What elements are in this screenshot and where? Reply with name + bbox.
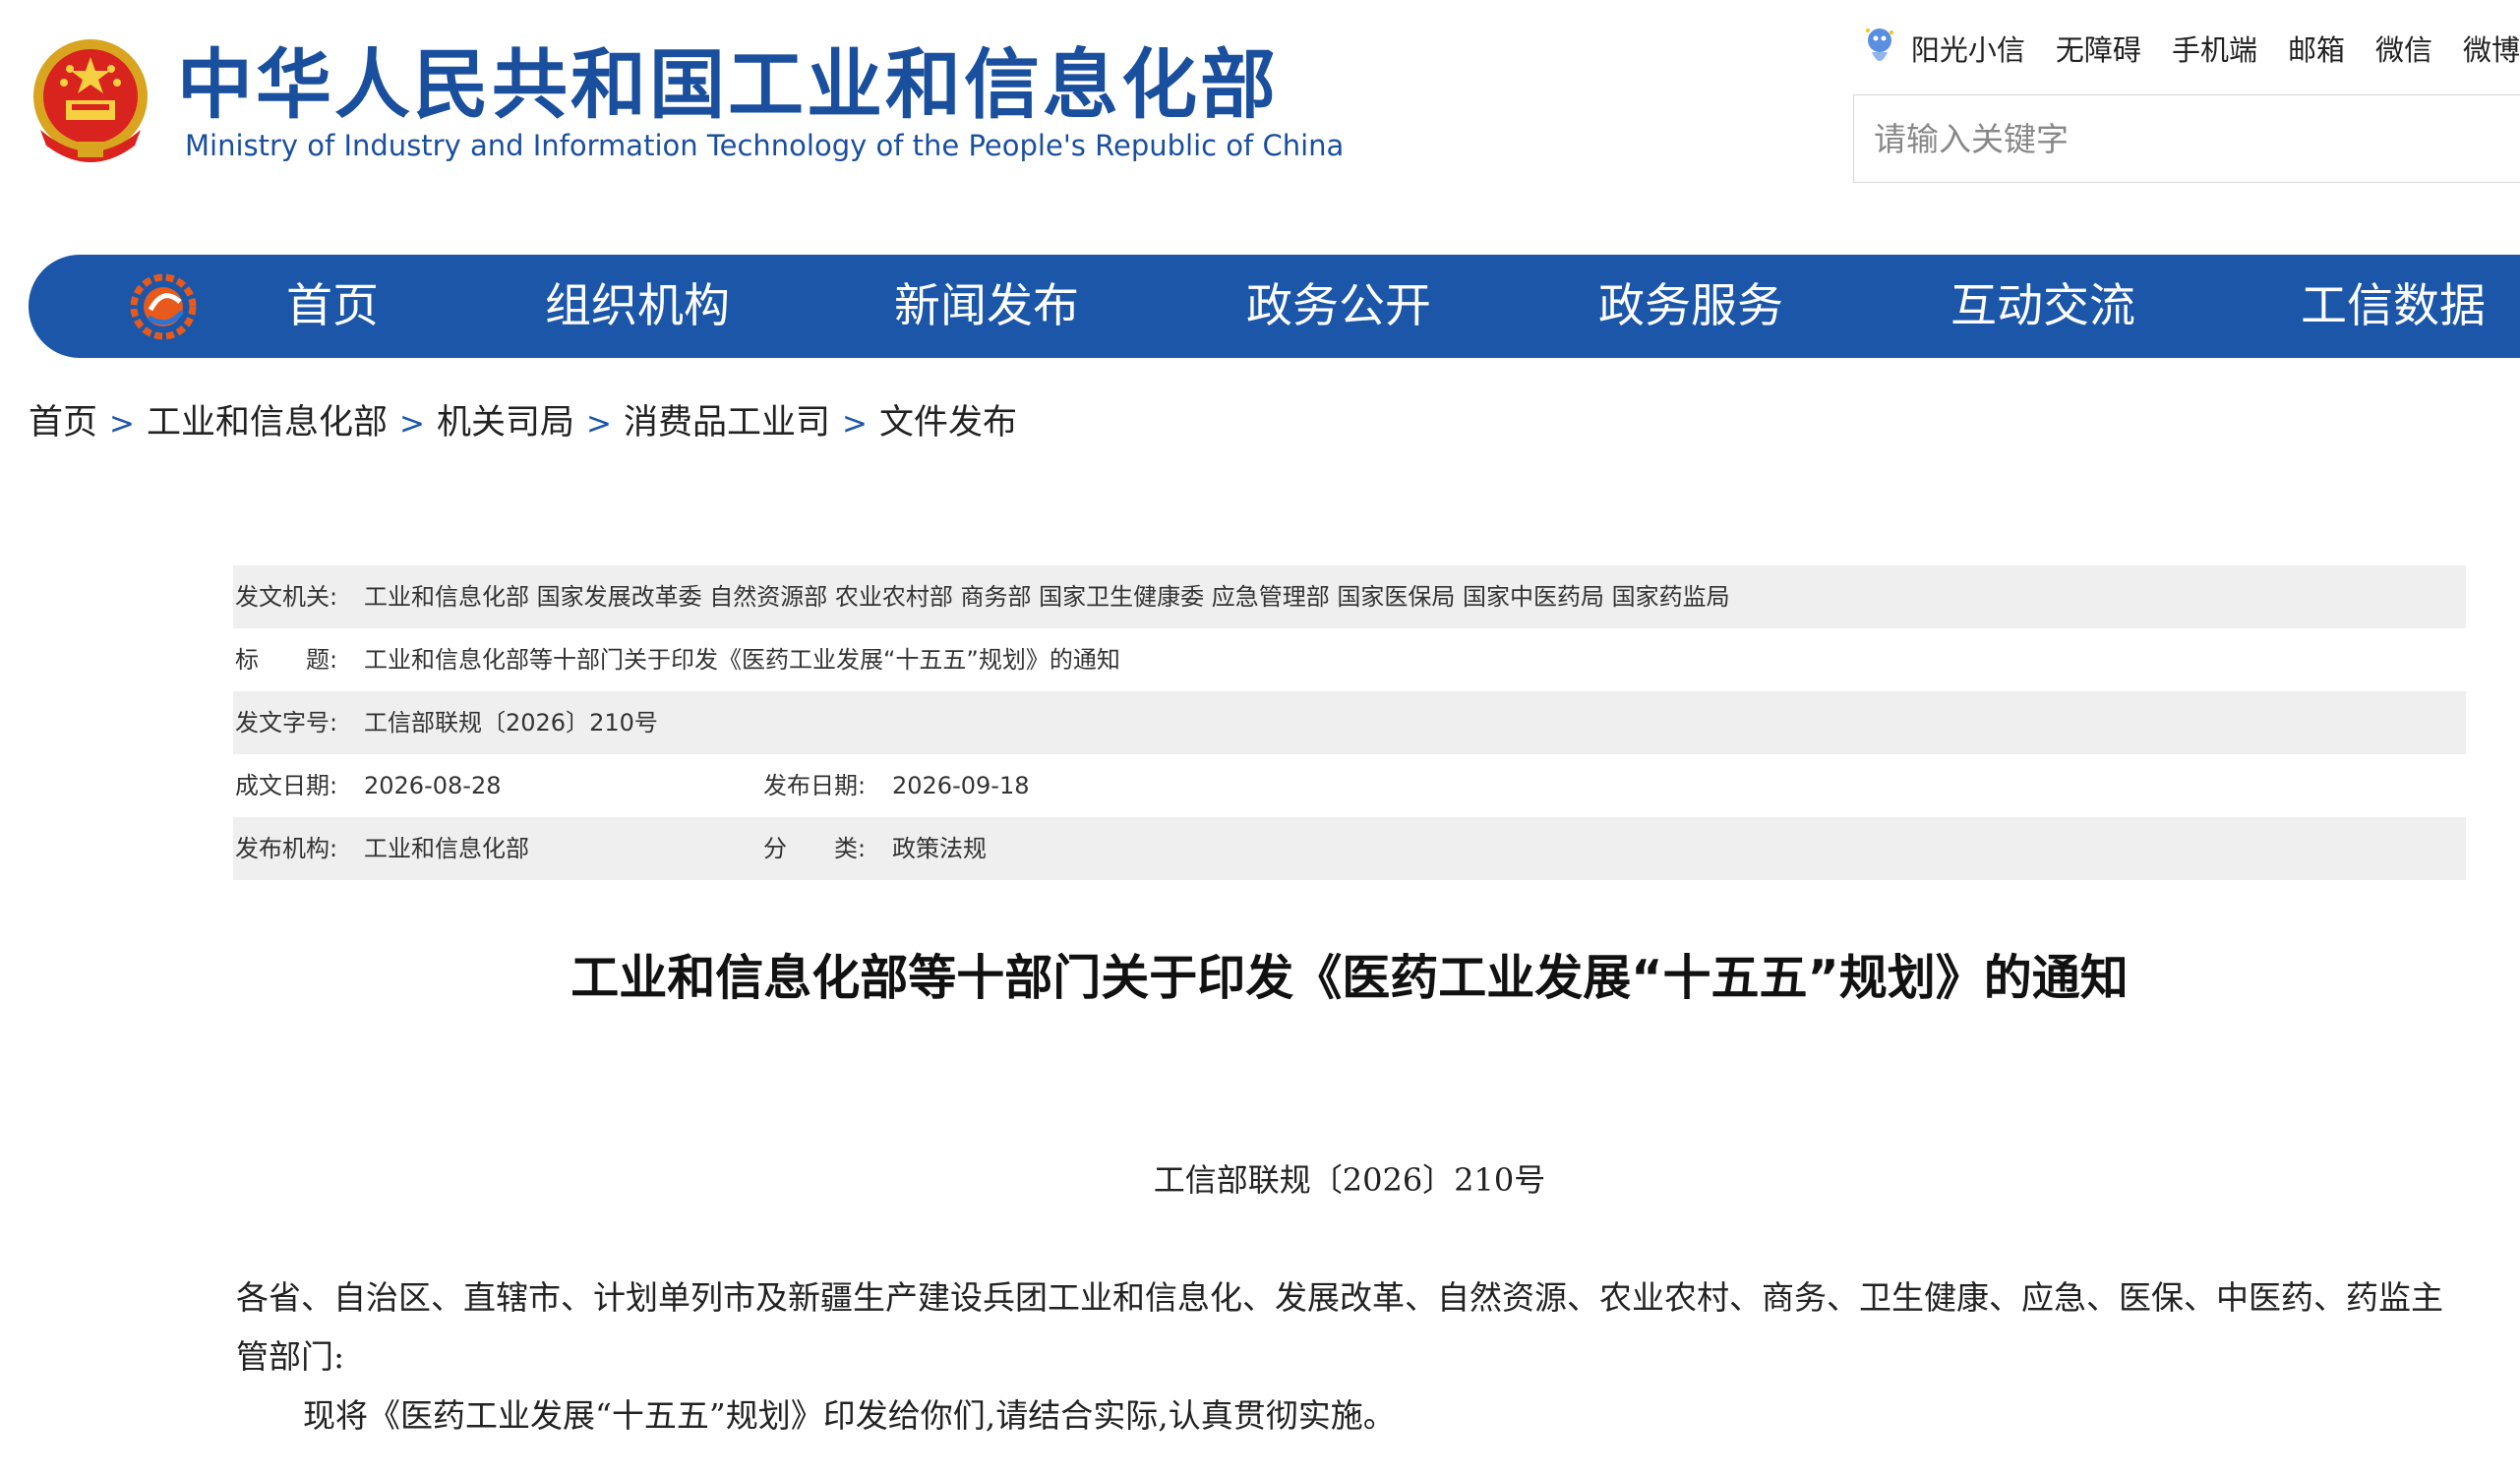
nav-item-home[interactable]: 首页 — [286, 255, 379, 358]
meta-value-created-date: 2026-08-28 — [364, 772, 502, 799]
article-body: 各省、自治区、直辖市、计划单列市及新疆生产建设兵团工业和信息化、发展改革、自然资… — [236, 1268, 2469, 1446]
meta-label-publisher: 发布机构: — [235, 835, 338, 862]
link-sunshine-letter[interactable]: 阳光小信 — [1911, 28, 2025, 69]
meta-value-category: 政策法规 — [892, 835, 987, 862]
breadcrumb-documents[interactable]: 文件发布 — [879, 403, 1017, 442]
meta-label-category: 分 类: — [763, 835, 867, 862]
meta-row-subject: 标 题: 工业和信息化部等十部门关于印发《医药工业发展“十五五”规划》的通知 — [233, 628, 2466, 691]
top-utility-links: 阳光小信 无障碍 手机端 邮箱 微信 微博 — [1862, 26, 2520, 71]
meta-row-doc-number: 发文字号: 工信部联规〔2026〕210号 — [233, 691, 2466, 754]
meta-row-publisher: 发布机构: 工业和信息化部 分 类: 政策法规 — [233, 817, 2466, 880]
meta-value-published-date: 2026-09-18 — [892, 772, 1030, 799]
ministry-gear-logo-icon — [130, 273, 197, 340]
meta-row-issuer: 发文机关: 工业和信息化部 国家发展改革委 自然资源部 农业农村部 商务部 国家… — [233, 565, 2466, 628]
breadcrumb-consumer-goods-dept[interactable]: 消费品工业司 — [624, 403, 830, 442]
meta-label-subject: 标 题: — [235, 646, 338, 674]
site-title-english: Ministry of Industry and Information Tec… — [185, 129, 1345, 162]
main-nav-bar: 首页 组织机构 新闻发布 政务公开 政务服务 互动交流 工信数据 — [29, 255, 2520, 358]
breadcrumb-separator: > — [586, 406, 612, 442]
link-mobile[interactable]: 手机端 — [2172, 28, 2257, 69]
meta-value-issuer: 工业和信息化部 国家发展改革委 自然资源部 农业农村部 商务部 国家卫生健康委 … — [364, 583, 1730, 611]
nav-item-government-services[interactable]: 政务服务 — [1598, 255, 1783, 358]
meta-value-publisher: 工业和信息化部 — [364, 835, 529, 862]
nav-item-news[interactable]: 新闻发布 — [894, 255, 1079, 358]
meta-label-issuer: 发文机关: — [235, 583, 338, 611]
breadcrumb-separator: > — [842, 406, 868, 442]
article-paragraph: 现将《医药工业发展“十五五”规划》印发给你们,请结合实际,认真贯彻实施。 — [303, 1396, 1396, 1435]
mascot-icon — [1865, 29, 1893, 61]
nav-item-government-affairs[interactable]: 政务公开 — [1246, 255, 1431, 358]
site-title-chinese[interactable]: 中华人民共和国工业和信息化部 — [177, 39, 1279, 134]
nav-item-data[interactable]: 工信数据 — [2301, 255, 2486, 358]
breadcrumb-home[interactable]: 首页 — [29, 403, 97, 442]
national-emblem-logo[interactable] — [27, 35, 154, 169]
breadcrumb-departments[interactable]: 机关司局 — [437, 403, 574, 442]
breadcrumb-separator: > — [109, 406, 135, 442]
article-salutation: 各省、自治区、直辖市、计划单列市及新疆生产建设兵团工业和信息化、发展改革、自然资… — [236, 1278, 2443, 1376]
breadcrumb-separator: > — [399, 406, 425, 442]
meta-label-doc-number: 发文字号: — [235, 709, 338, 737]
link-wechat[interactable]: 微信 — [2375, 28, 2432, 69]
link-mailbox[interactable]: 邮箱 — [2288, 28, 2345, 69]
nav-item-interaction[interactable]: 互动交流 — [1950, 255, 2135, 358]
link-accessibility[interactable]: 无障碍 — [2056, 28, 2141, 69]
meta-label-published-date: 发布日期: — [763, 772, 867, 799]
nav-item-organization[interactable]: 组织机构 — [545, 255, 730, 358]
breadcrumb-ministry[interactable]: 工业和信息化部 — [147, 403, 388, 442]
article-doc-number: 工信部联规〔2026〕210号 — [1153, 1161, 1546, 1199]
article-title: 工业和信息化部等十部门关于印发《医药工业发展“十五五”规划》的通知 — [570, 950, 2129, 1006]
search-input[interactable] — [1854, 95, 2520, 182]
link-weibo[interactable]: 微博 — [2463, 28, 2520, 69]
meta-value-doc-number: 工信部联规〔2026〕210号 — [364, 709, 658, 737]
meta-value-subject: 工业和信息化部等十部门关于印发《医药工业发展“十五五”规划》的通知 — [364, 646, 1120, 674]
document-meta-table: 发文机关: 工业和信息化部 国家发展改革委 自然资源部 农业农村部 商务部 国家… — [233, 565, 2466, 880]
search-box — [1853, 94, 2520, 183]
meta-label-created-date: 成文日期: — [235, 772, 338, 799]
meta-row-dates: 成文日期: 2026-08-28 发布日期: 2026-09-18 — [233, 754, 2466, 817]
breadcrumb: 首页 > 工业和信息化部 > 机关司局 > 消费品工业司 > 文件发布 — [29, 395, 1017, 450]
